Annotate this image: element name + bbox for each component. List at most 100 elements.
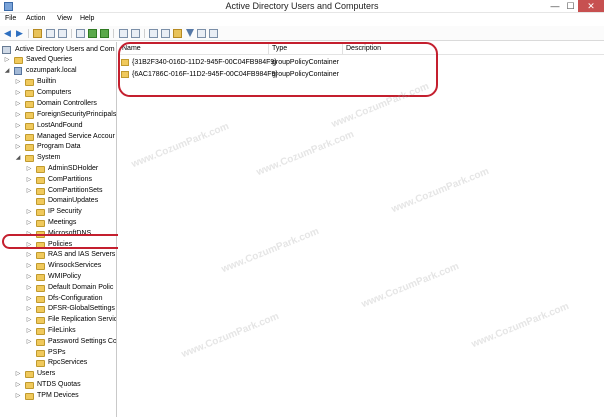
tree-item[interactable]: ▷ ComPartitionSets (26, 186, 116, 196)
tree-item[interactable]: ▷ Default Domain Polic (26, 283, 116, 293)
tree-label: WinsockServices (48, 262, 102, 270)
aduc-root-icon (2, 46, 11, 54)
expand-icon[interactable]: ▷ (26, 315, 32, 325)
tree-item[interactable]: ▷ Users (15, 369, 116, 379)
properties-icon[interactable] (58, 29, 67, 38)
tree-item-root[interactable]: Active Directory Users and Com (2, 45, 116, 55)
tree-item[interactable]: DomainUpdates (26, 196, 116, 206)
tree-item[interactable]: ▷ RAS and IAS Servers A (26, 250, 117, 260)
folder-icon (36, 284, 45, 292)
minimize-button[interactable]: — (547, 0, 563, 12)
expand-icon[interactable]: ▷ (15, 132, 21, 142)
expand-icon[interactable]: ▷ (26, 272, 32, 282)
tree-item[interactable]: ▷ IP Security (26, 207, 116, 217)
export-icon[interactable] (76, 29, 85, 38)
tree-item[interactable]: ▷ Builtin (15, 77, 116, 87)
add-to-group-icon[interactable] (197, 29, 206, 38)
folder-icon (25, 392, 34, 400)
tree-item[interactable]: ▷ Program Data (15, 142, 116, 152)
add-group-icon[interactable] (161, 29, 170, 38)
refresh-icon[interactable] (88, 29, 97, 38)
expand-icon[interactable]: ▷ (4, 55, 10, 65)
console-tree[interactable]: Active Directory Users and Com ▷ Saved Q… (0, 42, 117, 417)
expand-icon[interactable]: ▷ (26, 250, 32, 260)
tree-item[interactable]: ▷ ComPartitions (26, 175, 116, 185)
expand-icon[interactable]: ▷ (26, 164, 32, 174)
console-tree-icon[interactable] (46, 29, 55, 38)
tree-item-saved-queries[interactable]: ▷ Saved Queries (4, 55, 116, 65)
back-arrow-icon[interactable]: ◀ (3, 29, 12, 38)
properties-icon[interactable] (119, 29, 128, 38)
tree-item[interactable]: ▷ Managed Service Accour (15, 132, 116, 142)
close-button[interactable]: ✕ (578, 0, 604, 12)
toolbar: ◀ ▶ (0, 26, 604, 41)
expand-icon[interactable]: ▷ (26, 337, 32, 347)
expand-icon[interactable]: ▷ (15, 99, 21, 109)
tree-label: System (37, 154, 61, 161)
tree-item[interactable]: ▷ Dfs-Configuration (26, 294, 116, 304)
expand-icon[interactable]: ▷ (15, 110, 21, 120)
new-ou-icon[interactable] (173, 29, 182, 38)
tree-item[interactable]: PSPs (26, 348, 116, 358)
tree-item[interactable]: ▷ WinsockServices (26, 261, 116, 271)
delegate-icon[interactable] (209, 29, 218, 38)
tree-item[interactable]: ▷ Domain Controllers (15, 99, 116, 109)
tree-label: RAS and IAS Servers A (48, 251, 117, 259)
expand-icon[interactable]: ▷ (26, 175, 32, 185)
menu-help[interactable]: Help (80, 15, 94, 22)
filter-icon[interactable] (186, 29, 194, 37)
menu-view[interactable]: View (57, 15, 72, 22)
expand-icon[interactable]: ▷ (15, 88, 21, 98)
tree-item[interactable]: ▷ LostAndFound (15, 121, 116, 131)
tree-item-domain[interactable]: ◢ cozumpark.local (4, 66, 116, 76)
up-folder-icon[interactable] (33, 29, 42, 38)
gpo-rows-highlight-oval (118, 42, 438, 97)
expand-icon[interactable]: ▷ (26, 218, 32, 228)
folder-icon (25, 89, 34, 97)
expand-icon[interactable]: ▷ (26, 186, 32, 196)
toolbar-separator (71, 29, 72, 38)
expand-icon[interactable]: ▷ (26, 326, 32, 336)
add-user-icon[interactable] (131, 29, 140, 38)
forward-arrow-icon[interactable]: ▶ (15, 29, 24, 38)
tree-item[interactable]: ▷ ForeignSecurityPrincipals (15, 110, 116, 120)
tree-item[interactable]: ▷ TPM Devices (15, 391, 116, 401)
tree-item[interactable]: RpcServices (26, 358, 116, 368)
tree-item[interactable]: ▷ AdminSDHolder (26, 164, 116, 174)
tree-item[interactable]: ▷ DFSR-GlobalSettings (26, 304, 116, 314)
maximize-button[interactable]: ☐ (563, 0, 578, 12)
details-list[interactable]: Name Type Description {31B2F340-016D-11D… (118, 42, 604, 417)
expand-icon[interactable]: ▷ (15, 369, 21, 379)
tree-item[interactable]: ▷ Meetings (26, 218, 116, 228)
expand-icon[interactable]: ▷ (26, 304, 32, 314)
tree-label: Dfs-Configuration (48, 294, 103, 302)
expand-icon[interactable]: ▷ (15, 391, 21, 401)
tree-item[interactable]: ▷ FileLinks (26, 326, 116, 336)
expand-icon[interactable]: ▷ (15, 380, 21, 390)
tree-item[interactable]: ▷ NTDS Quotas (15, 380, 116, 390)
folder-icon (36, 187, 45, 195)
tree-item[interactable]: ▷ Computers (15, 88, 116, 98)
tree-label: WMIPolicy (48, 273, 82, 280)
tree-label: LostAndFound (37, 121, 83, 129)
expand-icon[interactable]: ▷ (15, 121, 21, 131)
tree-item[interactable]: ▷ WMIPolicy (26, 272, 116, 282)
expand-icon[interactable]: ▷ (15, 77, 21, 87)
tree-item[interactable]: ▷ File Replication Servic (26, 315, 116, 325)
help-icon[interactable] (100, 29, 109, 38)
expand-icon[interactable]: ▷ (26, 294, 32, 304)
expand-icon[interactable]: ▷ (26, 207, 32, 217)
menu-file[interactable]: File (5, 15, 16, 22)
tree-label: Password Settings Co (48, 337, 117, 345)
expand-icon[interactable]: ▷ (26, 261, 32, 271)
collapse-icon[interactable]: ◢ (15, 153, 21, 163)
menu-action[interactable]: Action (26, 15, 45, 22)
collapse-icon[interactable]: ◢ (4, 66, 10, 76)
add-user-icon[interactable] (149, 29, 158, 38)
tree-item[interactable]: ▷ Password Settings Co (26, 337, 117, 347)
expand-icon[interactable]: ▷ (26, 283, 32, 293)
tree-item-system[interactable]: ◢ System (15, 153, 116, 163)
tree-label: AdminSDHolder (48, 165, 99, 172)
expand-icon[interactable]: ▷ (15, 142, 21, 152)
tree-label: IP Security (48, 208, 82, 216)
